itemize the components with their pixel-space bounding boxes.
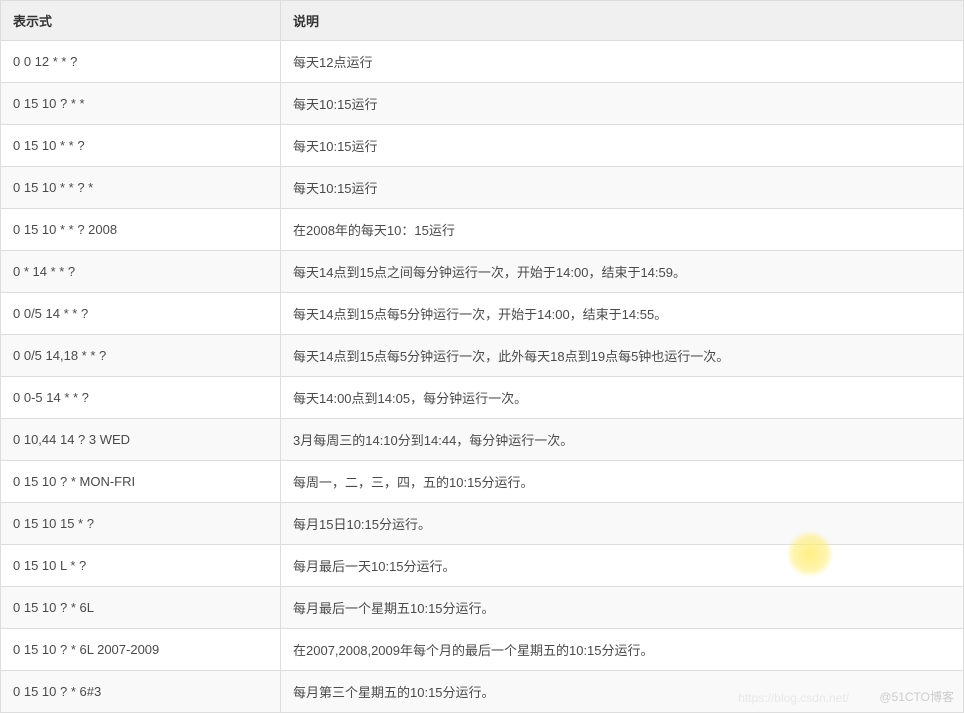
table-row: 0 15 10 * * ? *每天10:15运行	[1, 167, 964, 209]
table-row: 0 0/5 14 * * ?每天14点到15点每5分钟运行一次，开始于14:00…	[1, 293, 964, 335]
table-row: 0 0/5 14,18 * * ?每天14点到15点每5分钟运行一次，此外每天1…	[1, 335, 964, 377]
table-row: 0 15 10 ? * MON-FRI每周一，二，三，四，五的10:15分运行。	[1, 461, 964, 503]
cell-description: 每天10:15运行	[281, 125, 964, 167]
cell-description: 每天10:15运行	[281, 83, 964, 125]
cell-description: 每天14:00点到14:05，每分钟运行一次。	[281, 377, 964, 419]
table-row: 0 15 10 * * ? 2008在2008年的每天10：15运行	[1, 209, 964, 251]
cell-description: 每天14点到15点每5分钟运行一次，开始于14:00，结束于14:55。	[281, 293, 964, 335]
cell-expression: 0 * 14 * * ?	[1, 251, 281, 293]
cell-expression: 0 15 10 L * ?	[1, 545, 281, 587]
cell-description: 在2007,2008,2009年每个月的最后一个星期五的10:15分运行。	[281, 629, 964, 671]
header-description: 说明	[281, 1, 964, 41]
table-row: 0 15 10 ? * *每天10:15运行	[1, 83, 964, 125]
cell-expression: 0 0/5 14,18 * * ?	[1, 335, 281, 377]
cell-expression: 0 0 12 * * ?	[1, 41, 281, 83]
cell-expression: 0 15 10 * * ? 2008	[1, 209, 281, 251]
table-row: 0 15 10 ? * 6L每月最后一个星期五10:15分运行。	[1, 587, 964, 629]
cell-description: 每月15日10:15分运行。	[281, 503, 964, 545]
cell-expression: 0 10,44 14 ? 3 WED	[1, 419, 281, 461]
cell-description: 每月第三个星期五的10:15分运行。	[281, 671, 964, 713]
cell-expression: 0 15 10 * * ?	[1, 125, 281, 167]
table-row: 0 15 10 L * ?每月最后一天10:15分运行。	[1, 545, 964, 587]
cell-description: 在2008年的每天10：15运行	[281, 209, 964, 251]
cell-description: 每月最后一天10:15分运行。	[281, 545, 964, 587]
cell-description: 每天14点到15点之间每分钟运行一次，开始于14:00，结束于14:59。	[281, 251, 964, 293]
cell-expression: 0 15 10 15 * ?	[1, 503, 281, 545]
cell-description: 每天12点运行	[281, 41, 964, 83]
table-row: 0 15 10 ? * 6L 2007-2009在2007,2008,2009年…	[1, 629, 964, 671]
cell-expression: 0 15 10 ? * *	[1, 83, 281, 125]
cell-description: 每天10:15运行	[281, 167, 964, 209]
table-row: 0 10,44 14 ? 3 WED3月每周三的14:10分到14:44，每分钟…	[1, 419, 964, 461]
table-row: 0 15 10 ? * 6#3每月第三个星期五的10:15分运行。	[1, 671, 964, 713]
cell-expression: 0 15 10 * * ? *	[1, 167, 281, 209]
cell-expression: 0 0-5 14 * * ?	[1, 377, 281, 419]
table-header-row: 表示式 说明	[1, 1, 964, 41]
cell-description: 每月最后一个星期五10:15分运行。	[281, 587, 964, 629]
cell-expression: 0 15 10 ? * 6L 2007-2009	[1, 629, 281, 671]
table-row: 0 15 10 15 * ?每月15日10:15分运行。	[1, 503, 964, 545]
table-row: 0 0-5 14 * * ?每天14:00点到14:05，每分钟运行一次。	[1, 377, 964, 419]
cell-description: 每天14点到15点每5分钟运行一次，此外每天18点到19点每5钟也运行一次。	[281, 335, 964, 377]
cell-expression: 0 15 10 ? * MON-FRI	[1, 461, 281, 503]
header-expression: 表示式	[1, 1, 281, 41]
cell-expression: 0 0/5 14 * * ?	[1, 293, 281, 335]
cell-expression: 0 15 10 ? * 6#3	[1, 671, 281, 713]
table-row: 0 0 12 * * ?每天12点运行	[1, 41, 964, 83]
table-row: 0 * 14 * * ?每天14点到15点之间每分钟运行一次，开始于14:00，…	[1, 251, 964, 293]
cell-description: 每周一，二，三，四，五的10:15分运行。	[281, 461, 964, 503]
cell-description: 3月每周三的14:10分到14:44，每分钟运行一次。	[281, 419, 964, 461]
cron-expression-table: 表示式 说明 0 0 12 * * ?每天12点运行0 15 10 ? * *每…	[0, 0, 964, 713]
cell-expression: 0 15 10 ? * 6L	[1, 587, 281, 629]
table-row: 0 15 10 * * ?每天10:15运行	[1, 125, 964, 167]
